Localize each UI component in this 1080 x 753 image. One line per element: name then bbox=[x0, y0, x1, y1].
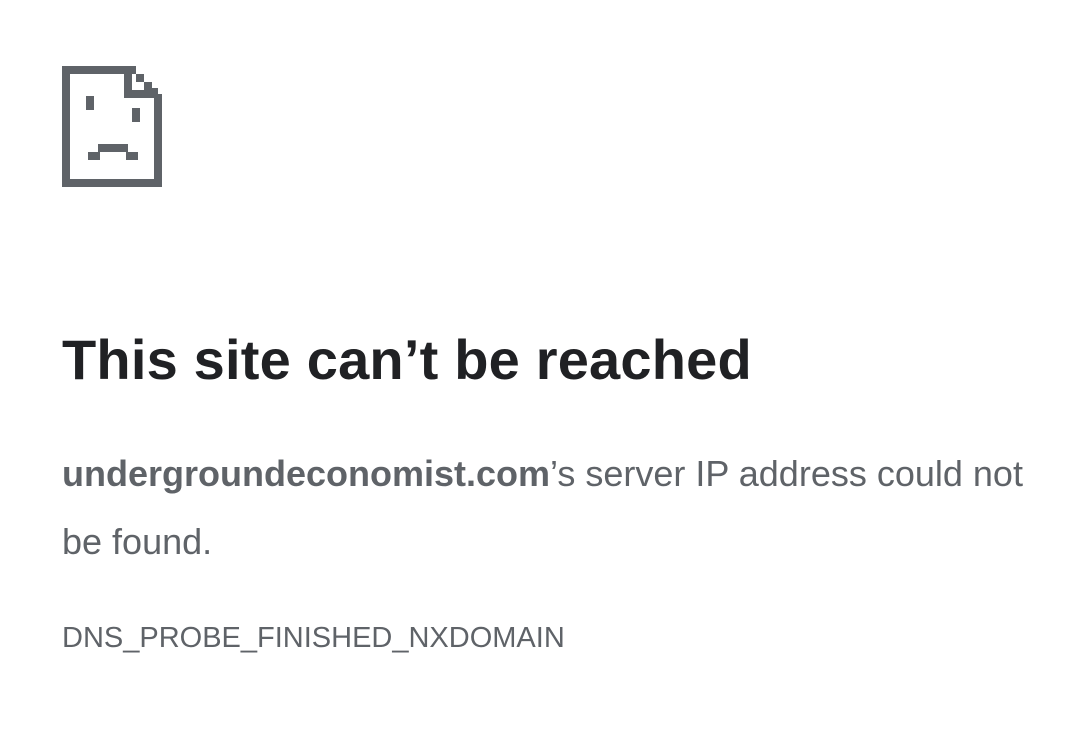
sad-page-icon bbox=[62, 66, 162, 187]
error-domain: undergroundeconomist.com bbox=[62, 453, 551, 494]
error-message: undergroundeconomist.com’s server IP add… bbox=[62, 440, 1042, 576]
page-title: This site can’t be reached bbox=[62, 328, 752, 391]
error-code: DNS_PROBE_FINISHED_NXDOMAIN bbox=[62, 622, 565, 654]
